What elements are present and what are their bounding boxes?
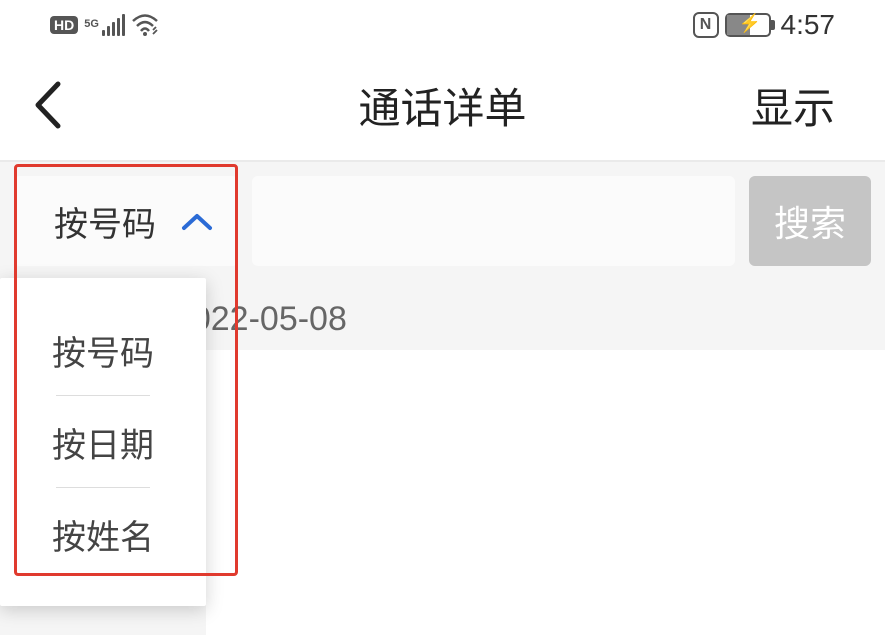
filter-dropdown[interactable]: 按号码 <box>14 176 238 266</box>
page-title: 通话详单 <box>358 75 526 136</box>
content-area <box>206 350 885 635</box>
filter-option-by-number[interactable]: 按号码 <box>0 304 206 396</box>
filter-dropdown-menu: 按号码 按日期 按姓名 <box>0 278 206 606</box>
nav-bar: 通话详单 显示 <box>0 50 885 160</box>
back-button[interactable] <box>24 80 74 130</box>
clock-label: 4:57 <box>781 9 836 41</box>
cellular-signal-icon: 5G <box>84 14 125 36</box>
nfc-icon: N <box>693 12 719 38</box>
search-row: 按号码 搜索 <box>0 160 885 280</box>
filter-option-by-date[interactable]: 按日期 <box>0 396 206 488</box>
filter-option-by-name[interactable]: 按姓名 <box>0 488 206 580</box>
status-left: HD 5G <box>50 14 159 36</box>
search-input[interactable] <box>252 176 735 266</box>
wifi-icon <box>131 14 159 36</box>
hd-icon: HD <box>50 16 78 34</box>
network-type-label: 5G <box>84 18 99 30</box>
status-right: N ⚡ 4:57 <box>693 9 836 41</box>
display-button[interactable]: 显示 <box>751 75 835 136</box>
status-bar: HD 5G N ⚡ 4:57 <box>0 0 885 50</box>
filter-dropdown-label: 按号码 <box>54 197 156 246</box>
search-button[interactable]: 搜索 <box>749 176 871 266</box>
battery-icon: ⚡ <box>725 13 771 37</box>
chevron-up-icon <box>180 202 214 241</box>
chevron-left-icon <box>32 80 66 130</box>
